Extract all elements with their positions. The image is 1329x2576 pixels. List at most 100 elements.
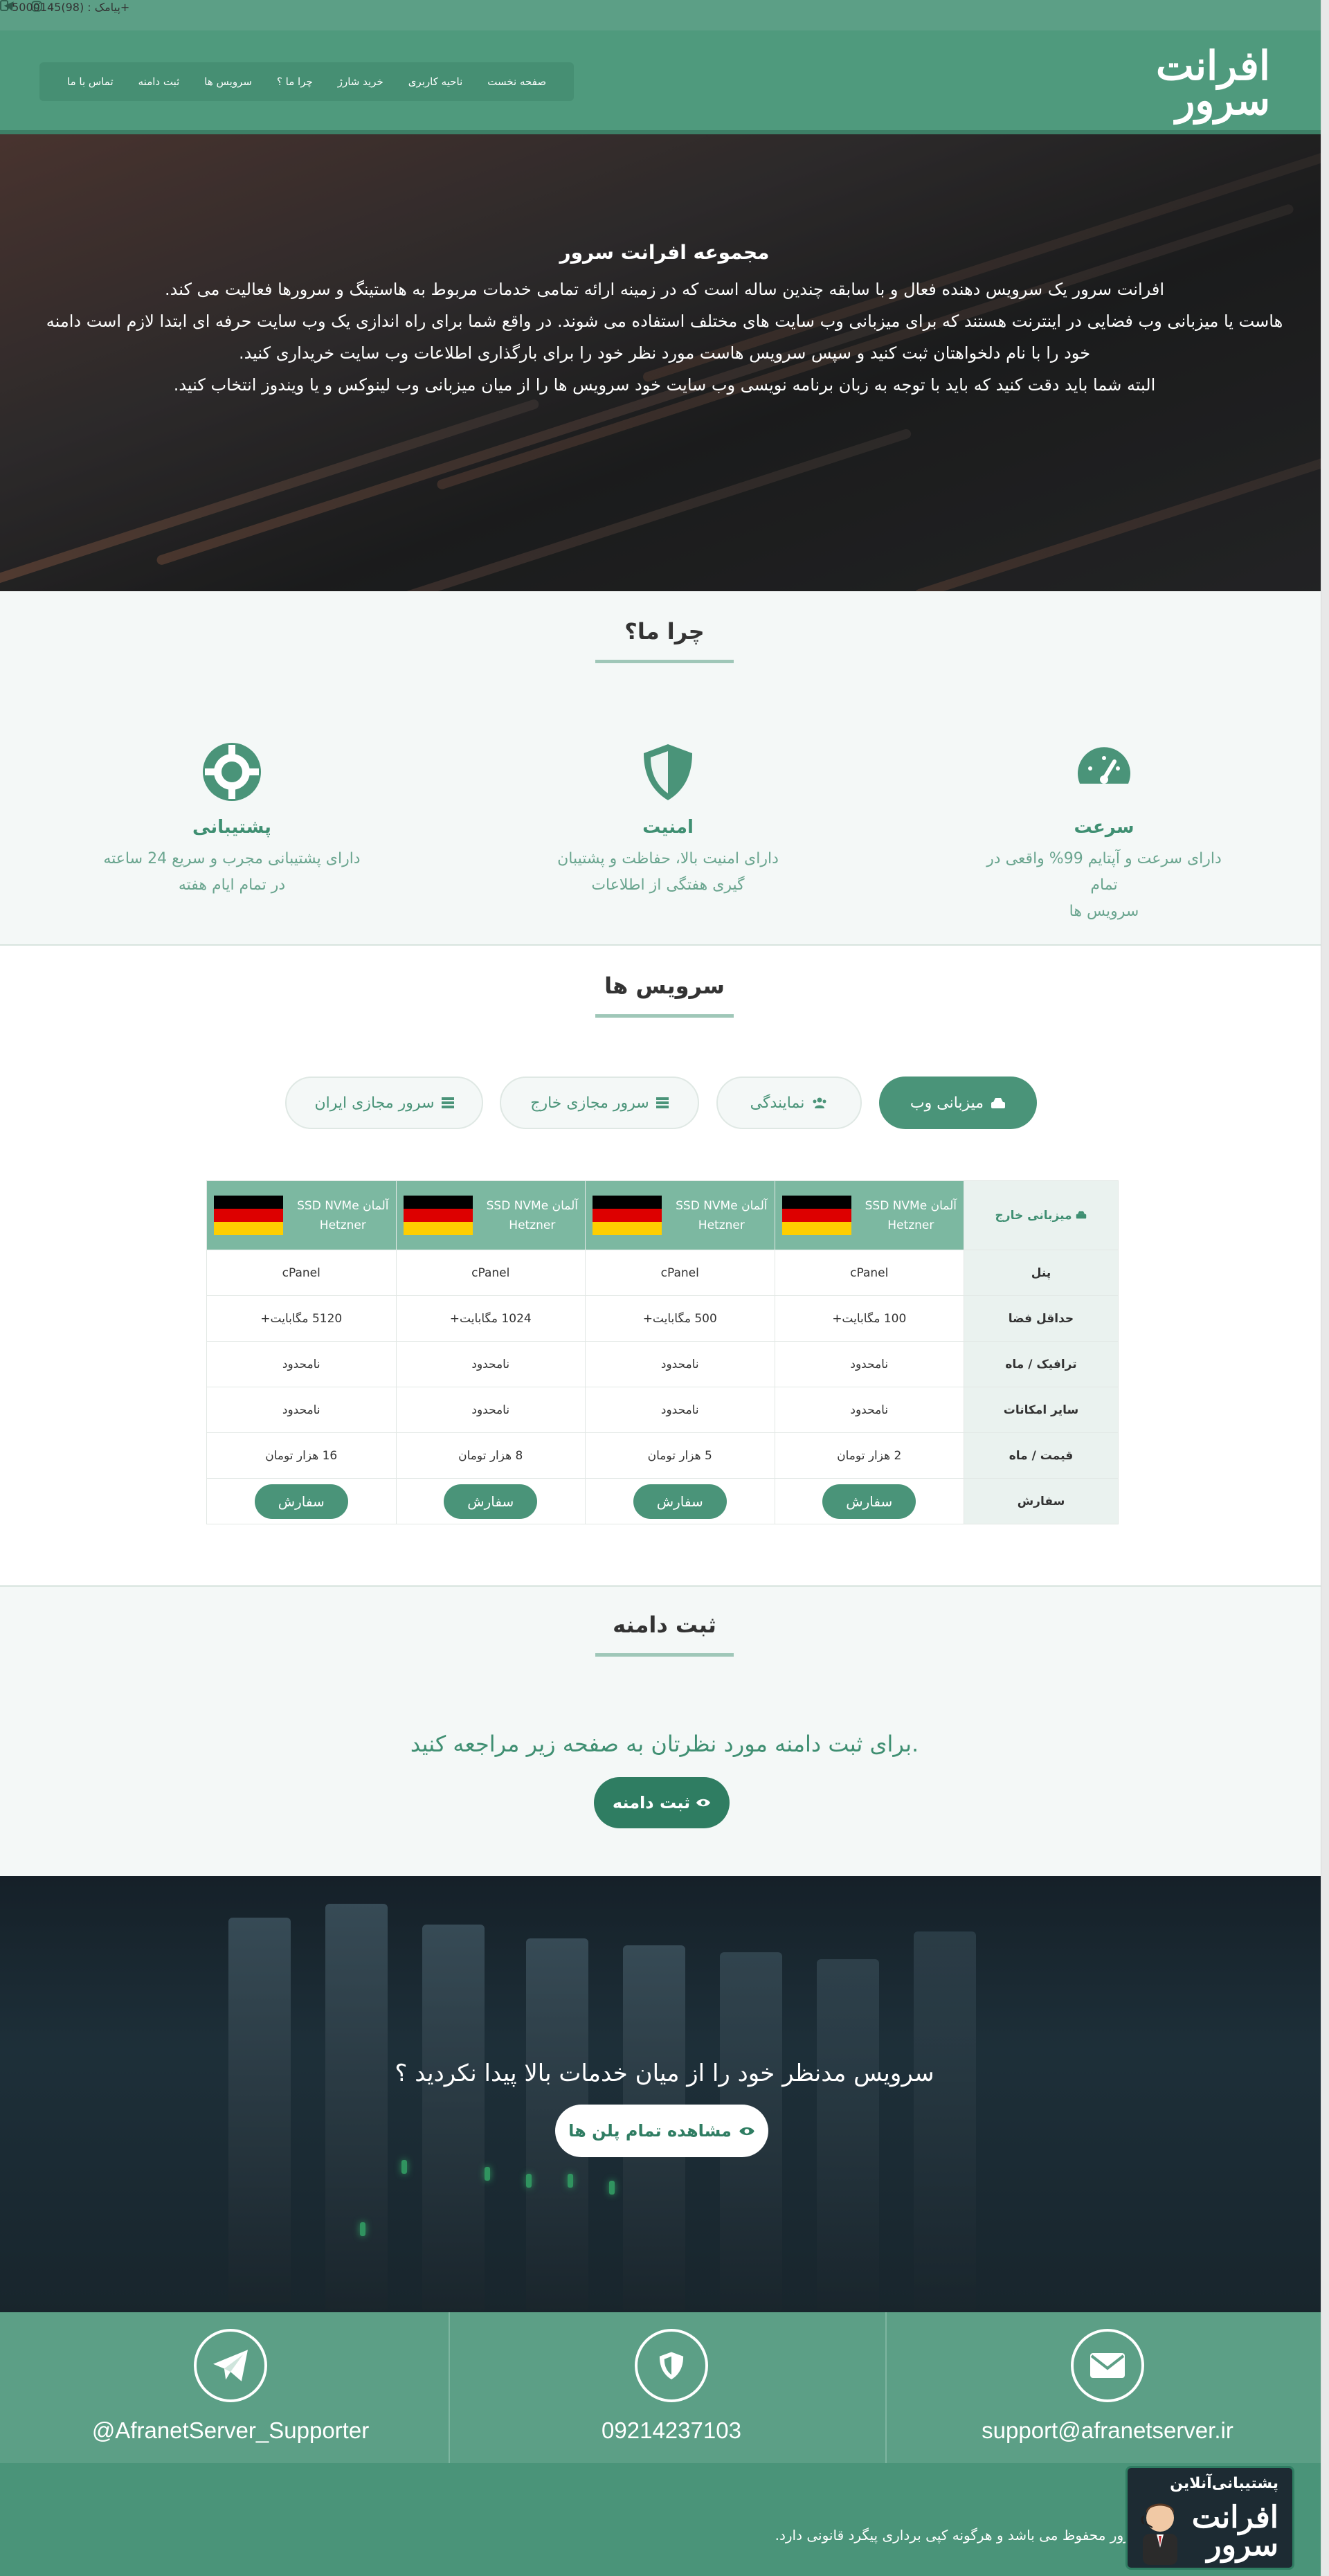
feature-security-line-2: گیری هفتگی از اطلاعات	[591, 876, 745, 894]
table-row: سفارش سفارش سفارش سفارش سفارش	[206, 1478, 1119, 1524]
plan-name: آلمان SSD NVMe	[865, 1198, 957, 1213]
feature-support-title: پشتیبانی	[192, 817, 271, 838]
site-logo[interactable]: افرانت سرور	[1152, 46, 1270, 125]
tab-vps-foreign[interactable]: سرور مجازی خارج	[500, 1077, 699, 1129]
feature-support-line-2: در تمام ایام هفته	[178, 876, 286, 894]
domain-heading: ثبت دامنه	[613, 1612, 716, 1638]
plans-table: میزبانی خارج آلمان SSD NVMe Hetzner آلمان…	[206, 1180, 1119, 1524]
table-cell: 2 هزار تومان	[774, 1432, 964, 1479]
nav-buy-credit[interactable]: خرید شارژ	[325, 75, 396, 88]
nav-services[interactable]: سرویس ها	[192, 75, 264, 88]
feature-speed-line-1: دارای سرعت و آپتایم 99% واقعی در تمام	[986, 850, 1222, 894]
contact-email[interactable]: support@afranetserver.ir	[886, 2312, 1329, 2463]
lifebuoy-icon	[201, 741, 263, 803]
table-cell: 500 مگابایت+	[585, 1295, 775, 1342]
tab-web-hosting-label: میزبانی وب	[910, 1094, 984, 1112]
tab-reseller[interactable]: نمایندگی	[716, 1077, 862, 1129]
order-button[interactable]: سفارش	[254, 1484, 348, 1519]
table-corner-label: میزبانی خارج	[995, 1208, 1072, 1223]
page-scrollbar[interactable]	[1321, 0, 1329, 2576]
sms-label: پیامک : (98)5000145+	[12, 1, 130, 14]
order-button[interactable]: سفارش	[633, 1484, 727, 1519]
hero-content: مجموعه افرانت سرور افرانت سرور یک سرویس …	[0, 241, 1329, 401]
contact-telegram[interactable]: @AfranetServer_Supporter	[9, 2312, 452, 2463]
table-cell: 16 هزار تومان	[206, 1432, 397, 1479]
telegram-icon	[194, 2329, 267, 2402]
order-button[interactable]: سفارش	[822, 1484, 916, 1519]
view-all-plans-label: مشاهده تمام پلن ها	[568, 2121, 732, 2141]
table-header-row: میزبانی خارج آلمان SSD NVMe Hetzner آلمان…	[206, 1180, 1119, 1250]
table-row: قیمت / ماه 2 هزار تومان 5 هزار تومان 8 ه…	[206, 1432, 1119, 1479]
table-cell: نامحدود	[774, 1387, 964, 1433]
germany-flag-icon	[781, 1195, 851, 1236]
germany-flag-icon	[403, 1195, 473, 1236]
tab-reseller-label: نمایندگی	[750, 1094, 805, 1112]
nav-contact[interactable]: تماس با ما	[55, 75, 126, 88]
title-underline	[595, 660, 734, 663]
germany-flag-icon	[214, 1195, 283, 1236]
table-cell: سفارش	[774, 1478, 964, 1524]
feature-support-line-1: دارای پشتیبانی مجرب و سریع 24 ساعته	[103, 850, 361, 867]
domain-title: ثبت دامنه	[0, 1612, 1329, 1657]
list-icon	[441, 1097, 454, 1108]
table-cell: نامحدود	[206, 1341, 397, 1387]
hero-line-4: البته شما باید دقت کنید که باید با توجه …	[173, 375, 1156, 395]
hero-line-2: هاست یا میزبانی وب فضایی در اینترنت هستن…	[46, 312, 1283, 331]
table-cell: 5120 مگابایت+	[206, 1295, 397, 1342]
domain-text: .برای ثبت دامنه مورد نظرتان به صفحه زیر …	[410, 1731, 919, 1757]
shield-icon	[637, 741, 699, 803]
contact-telegram-value: @AfranetServer_Supporter	[91, 2417, 370, 2443]
hero-line-3: خود را با نام دلخواهتان ثبت کنید و سپس س…	[238, 343, 1091, 363]
contact-phone[interactable]: 09214237103	[450, 2312, 893, 2463]
plan-header-3: آلمان SSD NVMe Hetzner	[395, 1180, 586, 1250]
nav-home[interactable]: صفحه نخست	[475, 75, 559, 88]
plan-header-4: آلمان SSD NVMe Hetzner	[206, 1180, 397, 1250]
online-support-label: پشتیبانی‌آنلاین	[1170, 2475, 1278, 2492]
eye-icon	[696, 1799, 711, 1807]
mobile-icon	[0, 0, 8, 11]
table-cell: 8 هزار تومان	[395, 1432, 586, 1479]
services-heading: سرویس ها	[604, 973, 725, 999]
register-domain-button[interactable]: ثبت دامنه	[594, 1777, 730, 1828]
tab-web-hosting[interactable]: میزبانی وب	[879, 1077, 1037, 1129]
feature-support: پشتیبانی دارای پشتیبانی مجرب و سریع 24 س…	[100, 741, 363, 899]
table-cell: cPanel	[206, 1250, 397, 1296]
view-all-plans-button[interactable]: مشاهده تمام پلن ها	[555, 2105, 768, 2157]
plan-header-1: آلمان SSD NVMe Hetzner	[774, 1180, 964, 1250]
tab-vps-iran[interactable]: سرور مجازی ایران	[285, 1077, 483, 1129]
top-bar	[0, 0, 1329, 30]
support-agent-icon	[1136, 2496, 1184, 2565]
nav-why-us[interactable]: چرا ما ؟	[264, 75, 325, 88]
speedometer-icon	[1073, 741, 1135, 803]
nav-user-area[interactable]: ناحیه کاربری	[396, 75, 476, 88]
table-cell: نامحدود	[206, 1387, 397, 1433]
eye-icon	[739, 2127, 754, 2135]
list-icon	[656, 1097, 669, 1108]
why-us-heading: چرا ما؟	[624, 618, 705, 645]
sms-contact[interactable]: پیامک : (98)5000145+	[0, 0, 129, 14]
table-row: ترافیک / ماه نامحدود نامحدود نامحدود نام…	[206, 1341, 1119, 1387]
feature-speed-line-2: سرویس ها	[1069, 903, 1139, 920]
order-button[interactable]: سفارش	[444, 1484, 538, 1519]
nav-domain[interactable]: ثبت دامنه	[126, 75, 192, 88]
row-label-features: سایر امکانات	[964, 1387, 1119, 1433]
table-cell: cPanel	[774, 1250, 964, 1296]
feature-speed: سرعت دارای سرعت و آپتایم 99% واقعی در تم…	[973, 741, 1236, 925]
online-support-widget[interactable]: پشتیبانی‌آنلاین افرانت سرور	[1125, 2466, 1294, 2570]
envelope-icon	[1071, 2329, 1144, 2402]
feature-speed-title: سرعت	[1074, 817, 1134, 838]
why-us-title: چرا ما؟	[0, 618, 1329, 663]
table-cell: نامحدود	[585, 1387, 775, 1433]
table-cell: نامحدود	[774, 1341, 964, 1387]
services-title: سرویس ها	[0, 973, 1329, 1018]
table-row: پنل cPanel cPanel cPanel cPanel	[206, 1250, 1119, 1296]
hero-line-1: افرانت سرور یک سرویس دهنده فعال و با ساب…	[164, 280, 1165, 299]
register-domain-label: ثبت دامنه	[612, 1793, 691, 1812]
row-label-traffic: ترافیک / ماه	[964, 1341, 1119, 1387]
row-label-space: حداقل فضا	[964, 1295, 1119, 1342]
table-cell: نامحدود	[395, 1341, 586, 1387]
plan-provider: Hetzner	[887, 1218, 934, 1232]
table-cell: سفارش	[585, 1478, 775, 1524]
contact-email-value: support@afranetserver.ir	[982, 2417, 1233, 2443]
hero-title: مجموعه افرانت سرور	[559, 241, 770, 264]
